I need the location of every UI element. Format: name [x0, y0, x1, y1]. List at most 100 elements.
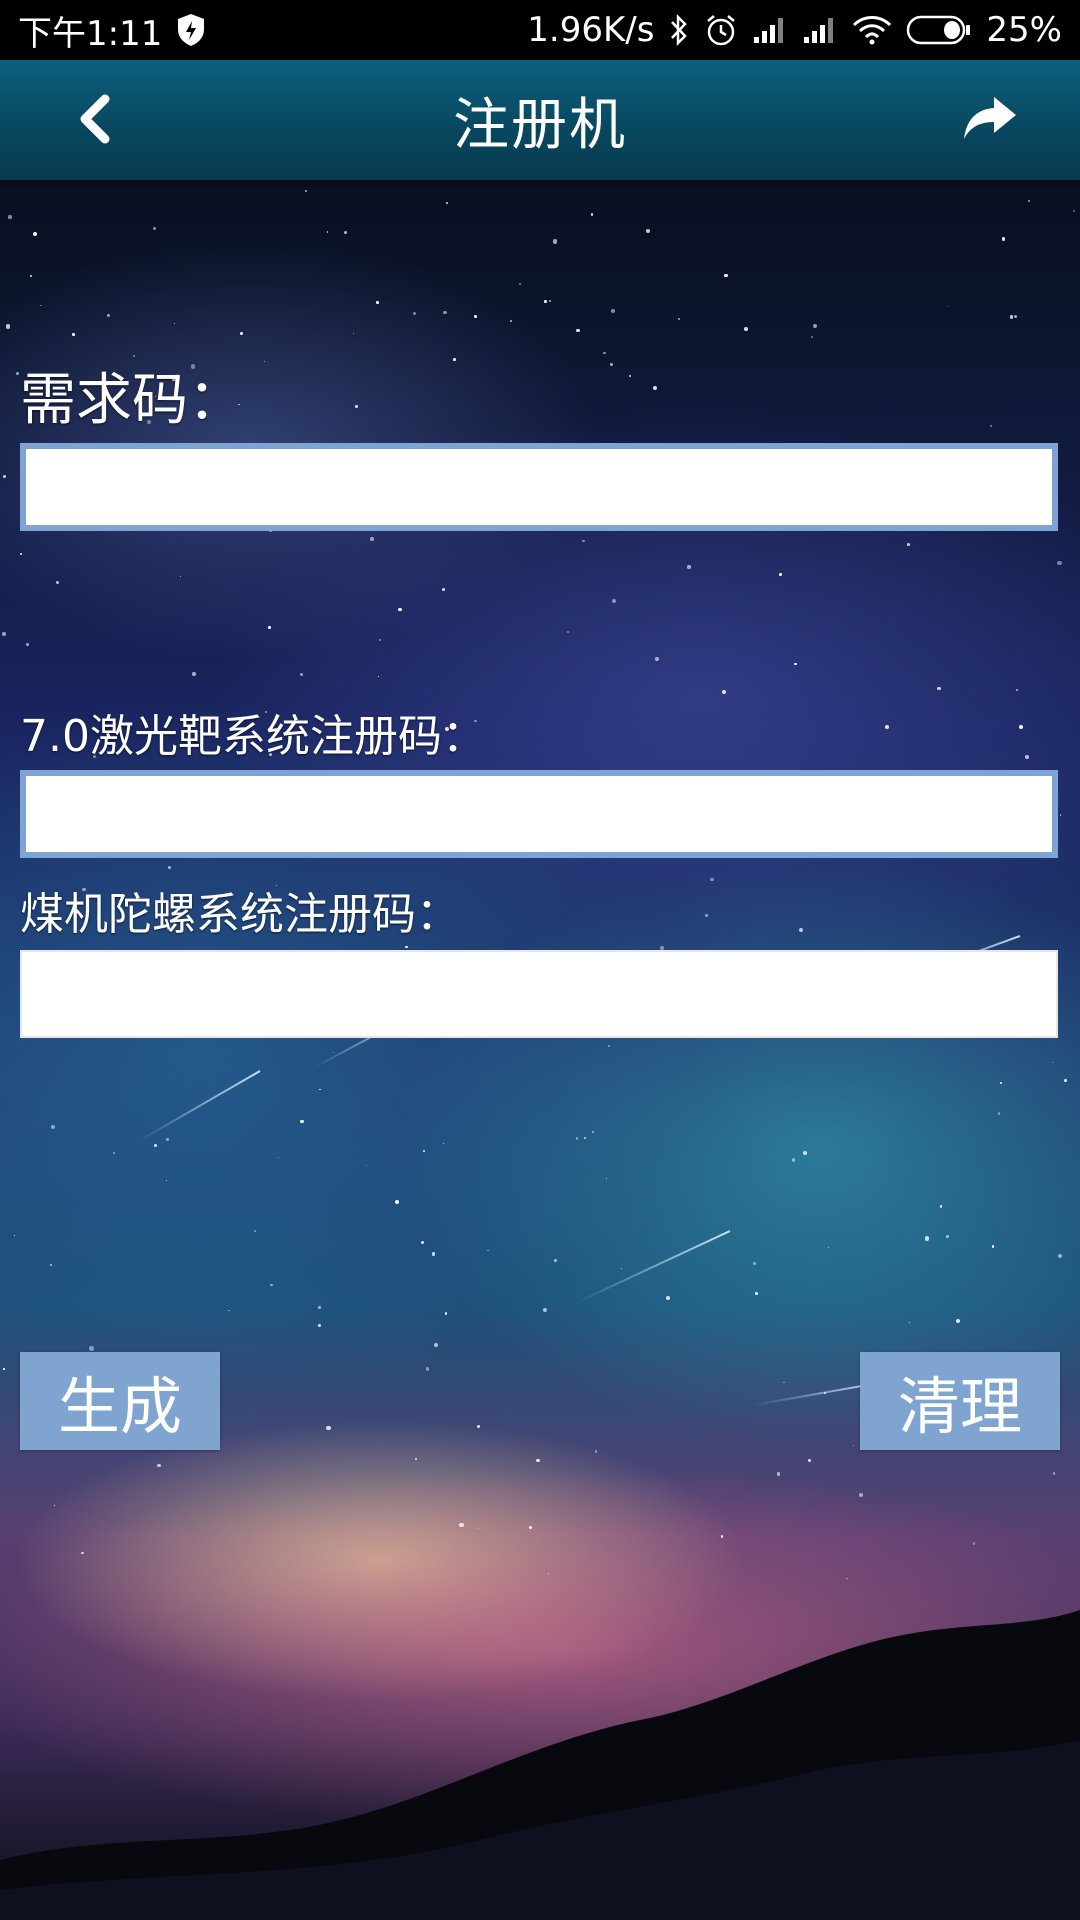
star [305, 190, 308, 193]
star [317, 1323, 321, 1327]
star [602, 351, 606, 355]
status-right: 1.96K/s 25% [527, 10, 1062, 50]
star [270, 1283, 273, 1287]
star [606, 1178, 608, 1180]
star [415, 1458, 418, 1461]
star [803, 1151, 808, 1156]
star [939, 1205, 943, 1208]
star [755, 1292, 759, 1295]
star [553, 239, 558, 244]
clear-button[interactable]: 清理 [860, 1352, 1060, 1450]
star [8, 215, 12, 219]
alarm-icon [704, 13, 738, 47]
star [3, 475, 7, 479]
star [441, 588, 445, 592]
star [423, 1150, 425, 1152]
star [724, 273, 728, 278]
star [166, 1179, 168, 1181]
star [620, 1268, 622, 1270]
star [609, 363, 613, 367]
network-speed: 1.96K/s [527, 10, 655, 50]
shield-icon [176, 13, 206, 47]
demand-code-label: 需求码： [20, 368, 244, 433]
star [5, 324, 10, 329]
star [544, 299, 547, 303]
star [554, 1259, 558, 1262]
signal-icon [752, 15, 788, 45]
demand-code-input[interactable] [20, 443, 1058, 531]
star [519, 283, 522, 285]
star [365, 1164, 367, 1166]
star [1009, 315, 1013, 319]
back-button[interactable] [60, 84, 130, 154]
star [908, 1321, 910, 1323]
star [179, 575, 182, 578]
star [846, 1577, 848, 1579]
star [398, 608, 402, 612]
star [989, 424, 993, 428]
battery-percent: 25% [986, 10, 1062, 50]
star [584, 1136, 587, 1139]
star [431, 1252, 435, 1256]
star [1000, 1082, 1002, 1085]
star [19, 552, 22, 556]
star [611, 309, 616, 314]
star [991, 1245, 994, 1248]
star [474, 315, 478, 319]
star [827, 1246, 830, 1249]
mountain-silhouette [0, 1610, 1080, 1920]
bluetooth-icon [668, 13, 690, 47]
star [567, 630, 569, 633]
star [937, 686, 941, 691]
star [542, 1307, 547, 1312]
star [106, 313, 111, 317]
star [1057, 560, 1062, 565]
star [1013, 315, 1017, 318]
star [254, 1230, 257, 1233]
star [590, 213, 594, 216]
star [49, 1263, 52, 1266]
star [50, 1124, 55, 1129]
star [783, 1381, 785, 1383]
share-button[interactable] [950, 84, 1030, 154]
star [433, 1342, 439, 1348]
star [1052, 1471, 1056, 1475]
star [1025, 755, 1030, 760]
laser-target-code-label: 7.0激光靶系统注册码： [20, 711, 486, 762]
star [326, 1426, 331, 1431]
star [720, 1535, 724, 1538]
star [997, 1112, 1001, 1115]
star [1001, 237, 1006, 241]
star [654, 657, 660, 662]
star [13, 1235, 16, 1237]
page-title: 注册机 [453, 92, 627, 158]
star [263, 360, 265, 362]
star [394, 1199, 400, 1205]
chevron-left-icon [80, 94, 110, 144]
star [165, 1137, 169, 1141]
gyro-code-input[interactable] [20, 950, 1058, 1038]
star [343, 230, 348, 235]
star [154, 1144, 158, 1148]
star [645, 229, 650, 233]
star [582, 539, 585, 543]
star [924, 1236, 930, 1241]
star [191, 671, 196, 676]
shooting-star [138, 1070, 261, 1142]
star [946, 1235, 949, 1238]
star [299, 1119, 304, 1124]
star [355, 405, 359, 408]
star [112, 1152, 115, 1155]
star [812, 324, 818, 329]
star [753, 1262, 756, 1265]
generate-button[interactable]: 生成 [20, 1352, 220, 1450]
laser-target-code-input[interactable] [20, 770, 1058, 858]
star [445, 201, 449, 205]
star [1015, 689, 1018, 691]
status-time: 下午1:11 [18, 13, 163, 54]
star [1, 632, 7, 637]
star [594, 1450, 598, 1453]
star [906, 543, 910, 547]
star [89, 1346, 94, 1351]
star [378, 675, 380, 677]
